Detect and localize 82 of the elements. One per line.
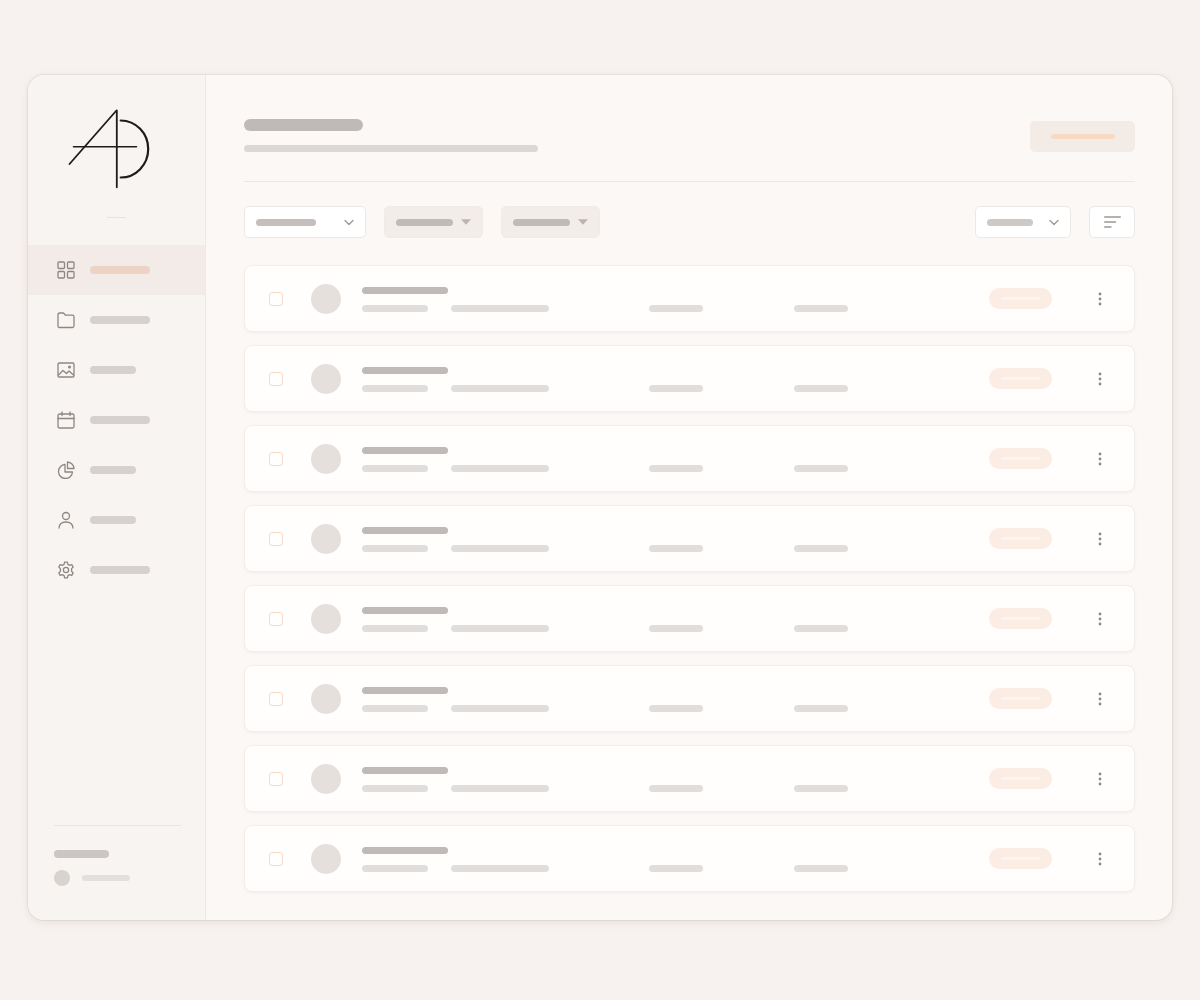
detail-skeleton-bar [362, 625, 428, 632]
checkbox[interactable] [269, 771, 283, 786]
avatar [311, 683, 341, 714]
more-options-icon[interactable] [1098, 451, 1102, 466]
image-icon [57, 361, 75, 379]
column-skeleton-bar [794, 385, 848, 392]
sidebar-item[interactable] [28, 245, 205, 295]
detail-skeleton-bar [362, 545, 428, 552]
column-skeleton-bar [794, 785, 848, 792]
avatar [311, 283, 341, 314]
checkbox[interactable] [269, 531, 283, 546]
filter-skeleton-bar [256, 218, 316, 226]
column-skeleton-bar [649, 545, 703, 552]
sort-icon [1103, 216, 1121, 228]
avatar [311, 363, 341, 394]
column-skeleton-bar [794, 705, 848, 712]
primary-button[interactable] [1030, 121, 1135, 152]
caret-down-icon [461, 219, 471, 225]
column-skeleton-bar [794, 465, 848, 472]
avatar [311, 443, 341, 474]
filter-skeleton-bar [396, 218, 453, 226]
folder-icon [57, 311, 75, 329]
column-skeleton-bar [794, 865, 848, 872]
column-skeleton-bar [649, 465, 703, 472]
more-options-icon[interactable] [1098, 531, 1102, 546]
filter-chip[interactable] [384, 206, 483, 238]
column-skeleton-bar [649, 865, 703, 872]
label-skeleton-bar [90, 316, 150, 324]
filter-skeleton-bar [513, 218, 570, 226]
avatar [311, 763, 341, 794]
account-skeleton-bar [54, 850, 109, 858]
detail-skeleton-bar [362, 785, 428, 792]
label-skeleton-bar [90, 366, 136, 374]
calendar-icon [57, 411, 75, 429]
checkbox[interactable] [269, 371, 283, 386]
checkbox[interactable] [269, 691, 283, 706]
detail-skeleton-bar [362, 305, 428, 312]
more-options-icon[interactable] [1098, 371, 1102, 386]
filter-dropdown[interactable] [244, 206, 366, 238]
column-skeleton-bar [649, 385, 703, 392]
avatar [311, 843, 341, 874]
column-skeleton-bar [649, 305, 703, 312]
detail-skeleton-bar [362, 865, 428, 872]
caret-down-icon [578, 219, 588, 225]
label-skeleton-bar [90, 466, 136, 474]
checkbox[interactable] [269, 611, 283, 626]
more-options-icon[interactable] [1098, 771, 1102, 786]
column-skeleton-bar [649, 705, 703, 712]
detail-skeleton-bar [362, 705, 428, 712]
sort-button[interactable] [1089, 206, 1135, 238]
label-skeleton-bar [90, 566, 150, 574]
more-options-icon[interactable] [1098, 611, 1102, 626]
chevron-down-icon [344, 218, 354, 226]
chevron-down-icon [1049, 218, 1059, 226]
button-skeleton-bar [1050, 134, 1115, 139]
avatar [311, 523, 341, 554]
pie-chart-icon [57, 461, 75, 479]
label-skeleton-bar [90, 266, 150, 274]
column-skeleton-bar [794, 545, 848, 552]
sort-dropdown[interactable] [975, 206, 1071, 238]
column-skeleton-bar [649, 625, 703, 632]
filter-chip[interactable] [501, 206, 600, 238]
column-skeleton-bar [794, 625, 848, 632]
more-options-icon[interactable] [1098, 291, 1102, 306]
checkbox[interactable] [269, 851, 283, 866]
user-icon [57, 511, 75, 529]
more-options-icon[interactable] [1098, 851, 1102, 866]
avatar [311, 603, 341, 634]
detail-skeleton-bar [362, 465, 428, 472]
checkbox[interactable] [269, 291, 283, 306]
more-options-icon[interactable] [1098, 691, 1102, 706]
column-skeleton-bar [794, 305, 848, 312]
label-skeleton-bar [90, 416, 150, 424]
column-skeleton-bar [649, 785, 703, 792]
detail-skeleton-bar [362, 385, 428, 392]
checkbox[interactable] [269, 451, 283, 466]
sort-skeleton-bar [987, 218, 1033, 226]
settings-icon [57, 561, 75, 579]
avatar [54, 870, 70, 886]
grid-icon [57, 261, 75, 279]
label-skeleton-bar [90, 516, 136, 524]
logo-icon [66, 108, 150, 190]
